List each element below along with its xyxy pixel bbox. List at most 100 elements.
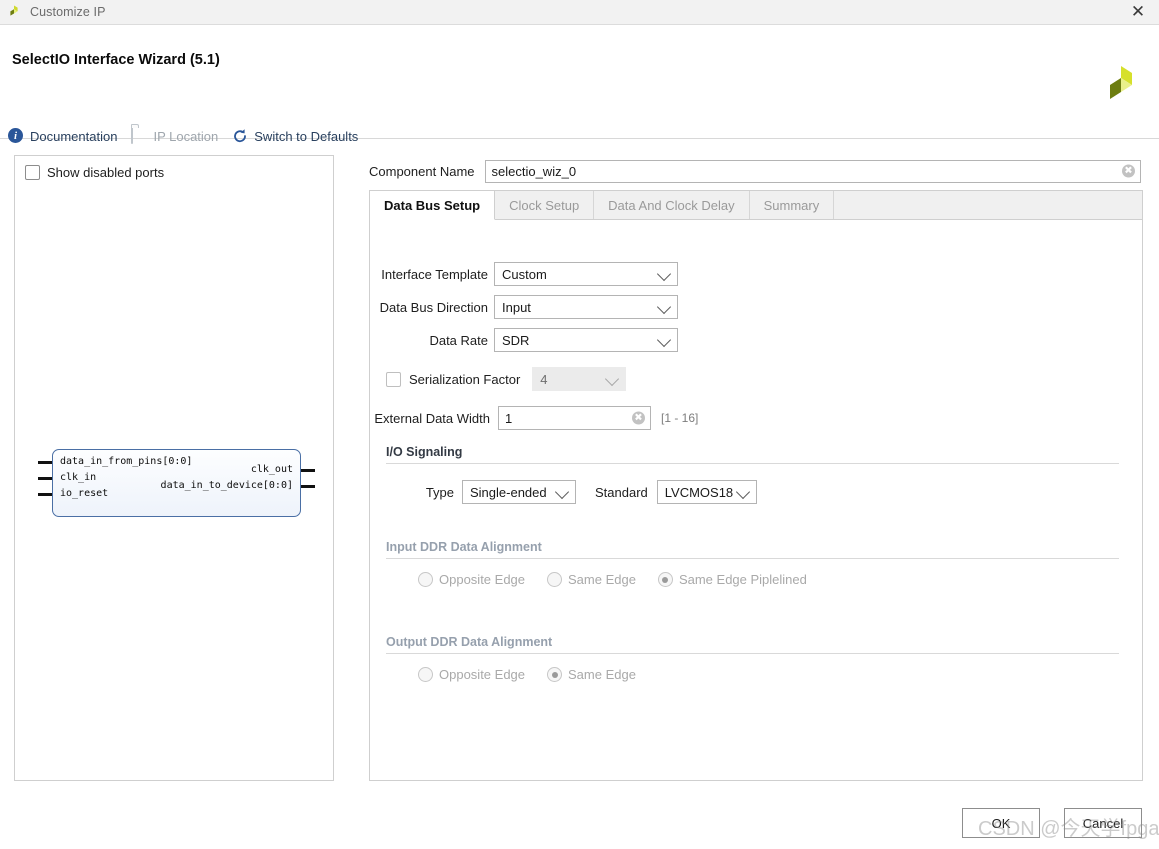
switch-to-defaults-button[interactable]: Switch to Defaults xyxy=(232,128,358,144)
checkbox-box[interactable] xyxy=(25,165,40,180)
interface-template-value: Custom xyxy=(502,266,547,282)
tab-data-bus-setup[interactable]: Data Bus Setup xyxy=(370,191,496,220)
io-type-select[interactable]: Single-ended xyxy=(462,480,576,504)
io-standard-label: Standard xyxy=(595,484,648,500)
chevron-down-icon xyxy=(656,299,672,315)
window-title-bar: Customize IP ✕ xyxy=(0,0,1159,25)
output-ddr-group: Output DDR Data Alignment xyxy=(386,635,1119,654)
output-ddr-radio-group: Opposite Edge Same Edge xyxy=(418,667,658,682)
tab-strip-filler xyxy=(834,191,1142,219)
pin-stub-input-0 xyxy=(38,461,52,464)
input-ddr-same-edge-pipelined-label: Same Edge Piplelined xyxy=(678,572,807,587)
io-signaling-row: Type Single-ended Standard LVCMOS18 xyxy=(394,480,757,504)
data-bus-direction-label: Data Bus Direction xyxy=(379,299,488,315)
data-bus-setup-panel: Interface Template Custom Data Bus Direc… xyxy=(370,219,1142,779)
folder-icon xyxy=(131,127,147,144)
tab-clock-setup[interactable]: Clock Setup xyxy=(495,191,595,219)
external-data-width-input[interactable] xyxy=(499,409,650,427)
output-ddr-opposite-edge[interactable]: Opposite Edge xyxy=(418,667,525,682)
tab-data-and-clock-delay[interactable]: Data And Clock Delay xyxy=(594,191,750,219)
component-name-row: Component Name ✖ xyxy=(369,159,1141,183)
interface-template-row: Interface Template Custom xyxy=(370,262,690,286)
page-title: SelectIO Interface Wizard (5.1) xyxy=(12,52,220,68)
window-title: Customize IP xyxy=(30,5,106,19)
dialog-header: SelectIO Interface Wizard (5.1) i Docume… xyxy=(0,25,1159,144)
serialization-factor-label: Serialization Factor xyxy=(409,371,521,387)
clear-icon[interactable]: ✖ xyxy=(1122,164,1135,178)
pin-stub-output-1 xyxy=(301,485,315,488)
data-rate-value: SDR xyxy=(502,332,530,348)
serialization-factor-row: Serialization Factor 4 xyxy=(386,367,627,391)
data-bus-direction-value: Input xyxy=(502,299,531,315)
vivado-logo-icon xyxy=(6,4,22,20)
input-ddr-title: Input DDR Data Alignment xyxy=(386,540,542,554)
output-ddr-divider xyxy=(386,653,1119,654)
radio-circle[interactable] xyxy=(418,572,433,587)
interface-template-label: Interface Template xyxy=(381,266,488,282)
external-data-width-range-hint: [1 - 16] xyxy=(661,411,699,425)
radio-circle[interactable] xyxy=(418,667,433,682)
external-data-width-label: External Data Width xyxy=(374,410,490,426)
switch-to-defaults-label: Switch to Defaults xyxy=(254,128,359,144)
radio-circle[interactable] xyxy=(547,572,563,587)
io-standard-value: LVCMOS18 xyxy=(664,484,734,500)
io-type-value: Single-ended xyxy=(470,484,547,500)
input-ddr-same-edge-pipelined[interactable]: Same Edge Piplelined xyxy=(657,572,807,587)
component-name-label: Component Name xyxy=(369,163,475,179)
serialization-factor-select: 4 xyxy=(532,367,627,391)
output-ddr-opposite-edge-label: Opposite Edge xyxy=(439,667,526,682)
output-ddr-title: Output DDR Data Alignment xyxy=(386,635,553,649)
input-ddr-divider xyxy=(386,558,1119,559)
documentation-button[interactable]: i Documentation xyxy=(8,128,117,144)
chevron-down-icon xyxy=(656,332,672,348)
ip-symbol-panel: Show disabled ports data_in_from_pins[0:… xyxy=(14,155,334,781)
data-rate-row: Data Rate SDR xyxy=(370,328,690,352)
output-ddr-same-edge-label: Same Edge xyxy=(568,667,636,682)
input-ddr-opposite-edge[interactable]: Opposite Edge xyxy=(418,572,525,587)
ip-block-symbol: data_in_from_pins[0:0] clk_in io_reset c… xyxy=(38,449,315,517)
settings-tab-pane: Data Bus Setup Clock Setup Data And Cloc… xyxy=(369,190,1143,781)
chevron-down-icon xyxy=(735,484,750,500)
data-bus-direction-select[interactable]: Input xyxy=(494,295,678,319)
serialization-factor-value: 4 xyxy=(540,371,548,387)
ip-location-label: IP Location xyxy=(153,128,219,144)
input-ddr-same-edge[interactable]: Same Edge xyxy=(547,572,636,587)
symbol-port-out-0: clk_out xyxy=(250,464,293,475)
tab-summary[interactable]: Summary xyxy=(750,191,835,219)
show-disabled-ports-label: Show disabled ports xyxy=(47,165,165,180)
io-standard-select[interactable]: LVCMOS18 xyxy=(656,480,757,504)
input-ddr-radio-group: Opposite Edge Same Edge Same Edge Piplel… xyxy=(418,572,829,587)
pin-stub-input-1 xyxy=(38,477,52,480)
info-icon: i xyxy=(8,128,24,144)
xilinx-pinwheel-logo-icon xyxy=(1098,61,1142,107)
data-bus-direction-row: Data Bus Direction Input xyxy=(370,295,690,319)
io-signaling-title: I/O Signaling xyxy=(386,445,463,459)
chevron-down-icon xyxy=(605,371,620,387)
symbol-port-in-2: io_reset xyxy=(60,488,109,499)
input-ddr-group: Input DDR Data Alignment xyxy=(386,540,1119,559)
symbol-port-in-1: clk_in xyxy=(60,472,97,483)
component-name-input[interactable] xyxy=(485,160,1140,182)
radio-circle-selected[interactable] xyxy=(657,572,673,587)
interface-template-select[interactable]: Custom xyxy=(494,262,678,286)
radio-circle-selected[interactable] xyxy=(547,667,563,682)
input-ddr-opposite-edge-label: Opposite Edge xyxy=(439,572,526,587)
data-rate-label: Data Rate xyxy=(429,332,488,348)
io-signaling-group: I/O Signaling xyxy=(386,445,1119,464)
input-ddr-same-edge-label: Same Edge xyxy=(568,572,636,587)
component-name-field[interactable]: ✖ xyxy=(484,159,1141,183)
chevron-down-icon xyxy=(554,484,570,500)
ok-button[interactable]: OK xyxy=(962,808,1040,838)
data-rate-select[interactable]: SDR xyxy=(494,328,678,352)
header-toolbar: i Documentation IP Location Switch to De… xyxy=(8,127,372,144)
ip-location-button[interactable]: IP Location xyxy=(131,127,219,144)
tab-strip: Data Bus Setup Clock Setup Data And Cloc… xyxy=(370,191,1142,220)
symbol-port-in-0: data_in_from_pins[0:0] xyxy=(60,456,193,467)
close-icon[interactable]: ✕ xyxy=(1123,2,1153,22)
serialization-factor-checkbox[interactable] xyxy=(386,371,401,387)
clear-icon[interactable]: ✖ xyxy=(632,411,645,425)
external-data-width-field[interactable]: ✖ xyxy=(498,406,651,430)
cancel-button[interactable]: Cancel xyxy=(1064,808,1142,838)
output-ddr-same-edge[interactable]: Same Edge xyxy=(547,667,636,682)
show-disabled-ports-checkbox[interactable]: Show disabled ports xyxy=(25,165,164,180)
